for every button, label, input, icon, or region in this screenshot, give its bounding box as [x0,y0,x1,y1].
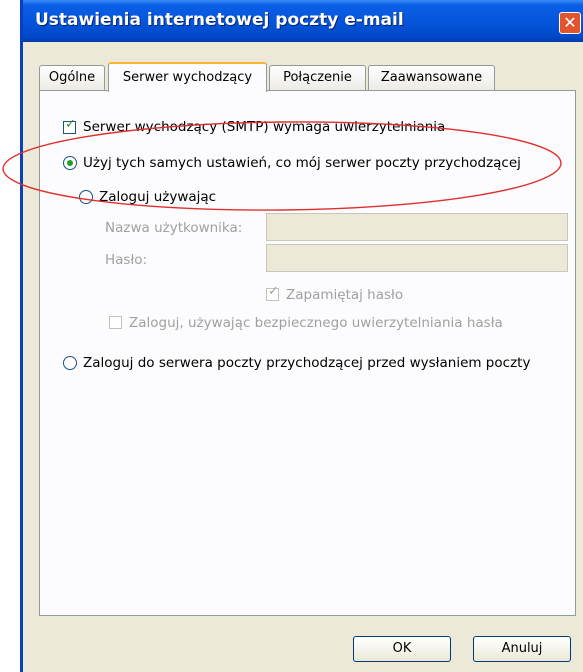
username-label: Nazwa użytkownika: [105,220,243,236]
check-icon: ✓ [268,284,279,299]
radio-selected-dot [67,160,73,166]
ok-button[interactable]: OK [353,636,451,662]
tab-general[interactable]: Ogólne [39,65,105,90]
close-button[interactable]: ✕ [559,12,581,34]
log-on-before-radio[interactable] [63,356,77,370]
spa-label[interactable]: Zaloguj, używając bezpiecznego uwierzyte… [129,314,503,332]
dialog-window: Ustawienia internetowej poczty e-mail ✕ … [20,0,583,672]
password-label: Hasło: [105,252,148,268]
tab-outgoing-server[interactable]: Serwer wychodzący [108,62,267,92]
username-field[interactable] [266,213,568,241]
close-icon: ✕ [563,13,577,32]
log-on-using-label[interactable]: Zaloguj używając [99,188,216,206]
tab-advanced[interactable]: Zaawansowane [368,65,495,90]
remember-password-checkbox[interactable]: ✓ [266,284,279,301]
log-on-before-label[interactable]: Zaloguj do serwera poczty przychodzącej … [83,354,530,372]
smtp-auth-label[interactable]: Serwer wychodzący (SMTP) wymaga uwierzyt… [83,118,445,136]
tab-connection[interactable]: Połączenie [269,65,366,90]
smtp-auth-checkbox[interactable]: ✓ [63,117,76,134]
window-title: Ustawienia internetowej poczty e-mail [35,10,404,30]
log-on-using-radio[interactable] [79,190,93,204]
password-field[interactable] [266,244,568,272]
cancel-button[interactable]: Anuluj [473,636,571,662]
use-same-settings-radio[interactable] [63,156,77,170]
remember-password-label[interactable]: Zapamiętaj hasło [286,286,403,304]
spa-checkbox[interactable] [109,316,122,329]
title-bar[interactable]: Ustawienia internetowej poczty e-mail ✕ [23,0,583,42]
use-same-settings-label[interactable]: Użyj tych samych ustawień, co mój serwer… [83,154,521,172]
check-icon: ✓ [65,117,76,132]
